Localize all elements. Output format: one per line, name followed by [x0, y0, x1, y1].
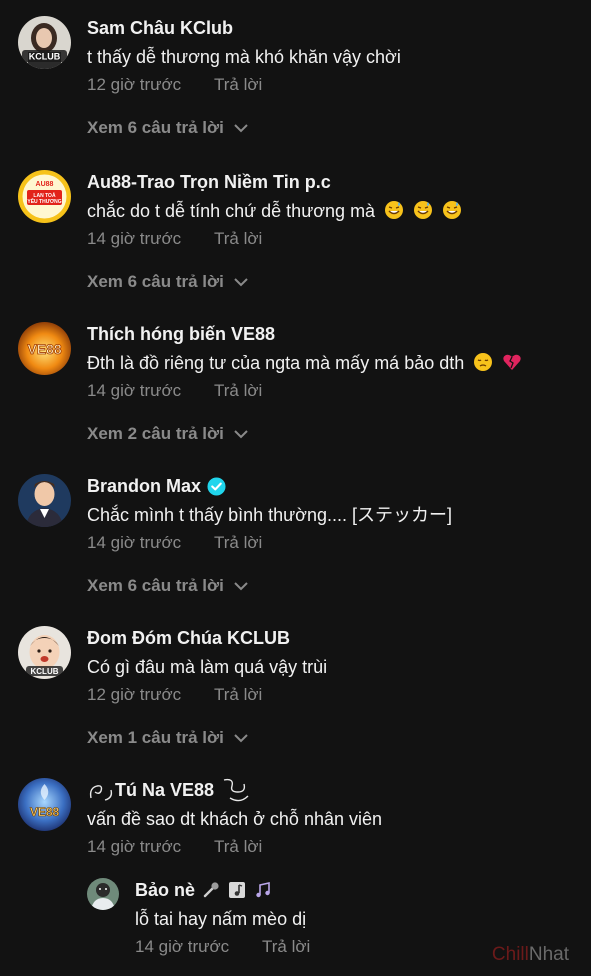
view-replies-label: Xem 6 câu trả lời [87, 272, 224, 291]
reply-button[interactable]: Trả lời [214, 380, 262, 402]
svg-text:LAN TOẢ: LAN TOẢ [33, 192, 56, 199]
avatar[interactable]: VE88 [18, 778, 71, 831]
comment-time: 14 giờ trước [87, 229, 182, 248]
avatar-logo-text: AU88 [36, 181, 54, 188]
decorative-swirl-icon [89, 785, 113, 801]
comment-time: 14 giờ trước [135, 937, 230, 956]
view-replies-label: Xem 6 câu trả lời [87, 118, 224, 137]
avatar-logo-text: VE88 [30, 805, 60, 819]
chevron-down-icon [234, 581, 248, 590]
broken-heart-icon [503, 354, 521, 370]
watermark-part1: Chill [491, 944, 529, 965]
avatar-logo-text: KCLUB [31, 667, 59, 676]
author-name[interactable]: Tú Na VE88 [115, 779, 214, 801]
comment-text: Chắc mình t thấy bình thường.... [ステッカー] [87, 505, 452, 525]
chevron-down-icon [234, 733, 248, 742]
sweat-smile-emoji-icon [443, 201, 462, 219]
view-replies-button[interactable]: Xem 2 câu trả lời [87, 424, 581, 444]
avatar[interactable] [18, 474, 71, 527]
view-replies-button[interactable]: Xem 6 câu trả lời [87, 118, 581, 138]
musical-notes-icon [256, 882, 270, 898]
author-name[interactable]: Bảo nè [135, 879, 195, 901]
comment-text: Có gì đâu mà làm quá vậy trùi [87, 657, 328, 677]
microphone-icon [203, 882, 219, 898]
reply-button[interactable]: Trả lời [214, 836, 262, 858]
comment-time: 12 giờ trước [87, 685, 182, 704]
reply-button[interactable]: Trả lời [214, 228, 262, 250]
reply-button[interactable]: Trả lời [214, 684, 262, 706]
view-replies-label: Xem 1 câu trả lời [87, 728, 224, 747]
avatar[interactable] [87, 878, 119, 910]
view-replies-button[interactable]: Xem 6 câu trả lời [87, 272, 581, 292]
avatar-logo-text: KCLUB [29, 52, 61, 62]
music-score-icon [229, 882, 246, 898]
comment-author[interactable]: Au88-Trao Trọn Niềm Tin p.c [87, 170, 581, 194]
comment-text-content: chắc do t dễ tính chứ dễ thương mà [87, 201, 376, 221]
chevron-down-icon [234, 429, 248, 438]
reply-button[interactable]: Trả lời [214, 74, 262, 96]
comment-author[interactable]: Brandon Max [87, 474, 581, 498]
author-name[interactable]: Sam Châu KClub [87, 17, 233, 39]
svg-text:YÊU THƯƠNG: YÊU THƯƠNG [27, 197, 61, 205]
comment-time: 14 giờ trước [87, 533, 182, 552]
watermark-part2: Nhat [528, 944, 569, 965]
avatar[interactable]: KCLUB [18, 16, 71, 69]
reply-button[interactable]: Trả lời [262, 936, 310, 958]
comment-text: vấn đề sao dt khách ở chỗ nhân viên [87, 809, 383, 829]
comment-author[interactable]: Sam Châu KClub [87, 16, 581, 40]
view-replies-label: Xem 6 câu trả lời [87, 576, 224, 595]
comment-time: 14 giờ trước [87, 381, 182, 400]
comment-time: 14 giờ trước [87, 837, 182, 856]
comment-time: 12 giờ trước [87, 75, 182, 94]
chevron-down-icon [234, 123, 248, 132]
pensive-face-emoji-icon [474, 353, 493, 371]
decorative-swirl-icon [223, 778, 249, 802]
comment-author[interactable]: Bảo nè [135, 878, 581, 902]
comment-text: lỗ tai hay nấm mèo dị [135, 909, 307, 929]
author-name[interactable]: Brandon Max [87, 475, 201, 497]
comment-author[interactable]: Thích hóng biến VE88 [87, 322, 581, 346]
author-name[interactable]: Đom Đóm Chúa KCLUB [87, 627, 290, 649]
author-name[interactable]: Au88-Trao Trọn Niềm Tin p.c [87, 171, 331, 193]
comment-author[interactable]: Tú Na VE88 [87, 778, 581, 802]
reply-button[interactable]: Trả lời [214, 532, 262, 554]
sweat-smile-emoji-icon [385, 201, 404, 219]
comment-text: Đth là đồ riêng tư của ngta mà mấy má bả… [87, 352, 581, 374]
chevron-down-icon [234, 277, 248, 286]
view-replies-button[interactable]: Xem 6 câu trả lời [87, 576, 581, 596]
avatar[interactable]: KCLUB [18, 626, 71, 679]
comment-text-content: Đth là đồ riêng tư của ngta mà mấy má bả… [87, 353, 465, 373]
view-replies-button[interactable]: Xem 1 câu trả lời [87, 728, 581, 748]
comment-text: t thấy dễ thương mà khó khăn vậy chời [87, 47, 401, 67]
avatar[interactable]: VE88 [18, 322, 71, 375]
comment-author[interactable]: Đom Đóm Chúa KCLUB [87, 626, 581, 650]
sweat-smile-emoji-icon [414, 201, 433, 219]
verified-badge-icon [207, 476, 226, 496]
comment-text: chắc do t dễ tính chứ dễ thương mà [87, 200, 581, 222]
watermark: ChillNhat [492, 944, 569, 966]
avatar[interactable]: AU88 LAN TOẢ YÊU THƯƠNG [18, 170, 71, 223]
author-name[interactable]: Thích hóng biến VE88 [87, 323, 275, 345]
avatar-logo-text: VE88 [27, 341, 61, 357]
view-replies-label: Xem 2 câu trả lời [87, 424, 224, 443]
